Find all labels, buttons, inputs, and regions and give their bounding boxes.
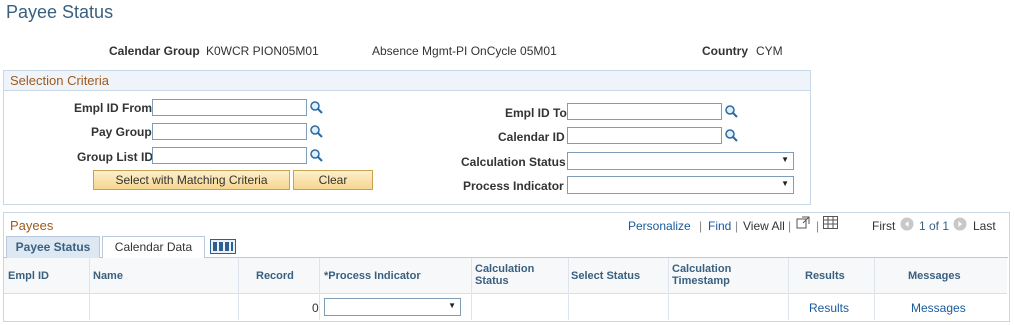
previous-icon[interactable] (900, 217, 914, 234)
column-header-text: Status (475, 275, 509, 287)
calendar-id-lookup-icon[interactable] (724, 128, 739, 146)
nav-separator: | (735, 219, 739, 233)
next-icon[interactable] (953, 217, 967, 234)
process-indicator-select[interactable] (567, 176, 794, 194)
nav-separator: | (699, 219, 703, 233)
first-label: First (872, 219, 896, 233)
column-header-record: Record (256, 270, 294, 282)
record-cell: 0 (312, 301, 319, 315)
view-all-link[interactable]: View All (743, 219, 785, 233)
calculation-status-select[interactable] (567, 152, 794, 170)
download-grid-icon[interactable] (823, 216, 838, 232)
find-link[interactable]: Find (708, 219, 731, 233)
last-label: Last (973, 219, 996, 233)
selection-criteria-header: Selection Criteria (4, 71, 810, 91)
empl-id-from-label: Empl ID From (74, 101, 153, 115)
column-header-calculation-timestamp: Calculation Timestamp (672, 263, 731, 287)
payees-title: Payees (10, 218, 54, 233)
clear-button[interactable]: Clear (293, 170, 373, 190)
nav-separator: | (816, 219, 820, 233)
empl-id-from-input[interactable] (152, 99, 307, 116)
column-header-process-indicator: *Process Indicator (324, 270, 421, 282)
nav-separator: | (788, 219, 792, 233)
country-label: Country (702, 44, 748, 58)
pay-group-lookup-icon[interactable] (309, 124, 324, 142)
calendar-id-input[interactable] (567, 127, 722, 144)
process-indicator-row-select[interactable] (324, 298, 461, 316)
results-link[interactable]: Results (809, 301, 849, 315)
calendar-group-label: Calendar Group (109, 44, 200, 58)
column-header-select-status: Select Status (571, 270, 641, 282)
calculation-status-label: Calculation Status (461, 155, 566, 169)
empl-id-to-label: Empl ID To (505, 106, 567, 120)
calendar-group-value: K0WCR PION05M01 (206, 44, 319, 58)
country-value: CYM (756, 44, 783, 58)
pay-group-label: Pay Group (91, 125, 152, 139)
show-all-columns-icon[interactable] (210, 239, 236, 257)
column-header-text: Calculation (475, 263, 535, 275)
row-range: 1 of 1 (919, 219, 950, 233)
messages-link[interactable]: Messages (911, 301, 966, 315)
pay-group-input[interactable] (152, 123, 307, 140)
column-header-calculation-status: Calculation Status (475, 263, 534, 287)
table-row: 0 Results Messages (4, 294, 1007, 320)
column-header-messages: Messages (908, 270, 961, 282)
column-header-text: Timestamp (672, 275, 730, 287)
column-header-text: Calculation (672, 263, 732, 275)
tab-calendar-data[interactable]: Calendar Data (102, 236, 205, 258)
empl-id-to-lookup-icon[interactable] (724, 104, 739, 122)
calendar-group-description: Absence Mgmt-PI OnCycle 05M01 (372, 44, 557, 58)
group-list-id-label: Group List ID (77, 150, 153, 164)
page-title: Payee Status (6, 2, 114, 22)
column-header-empl-id: Empl ID (8, 270, 49, 282)
group-list-id-lookup-icon[interactable] (309, 148, 324, 166)
process-indicator-label: Process Indicator (463, 179, 564, 193)
personalize-link[interactable]: Personalize (628, 219, 691, 233)
calendar-id-label: Calendar ID (498, 130, 565, 144)
column-header-name: Name (93, 270, 123, 282)
group-list-id-input[interactable] (152, 147, 307, 164)
new-window-icon[interactable] (796, 216, 810, 233)
empl-id-to-input[interactable] (567, 103, 722, 120)
empl-id-from-lookup-icon[interactable] (309, 100, 324, 118)
select-matching-criteria-button[interactable]: Select with Matching Criteria (93, 170, 290, 190)
column-header-results: Results (805, 270, 845, 282)
tab-payee-status[interactable]: Payee Status (6, 236, 100, 258)
